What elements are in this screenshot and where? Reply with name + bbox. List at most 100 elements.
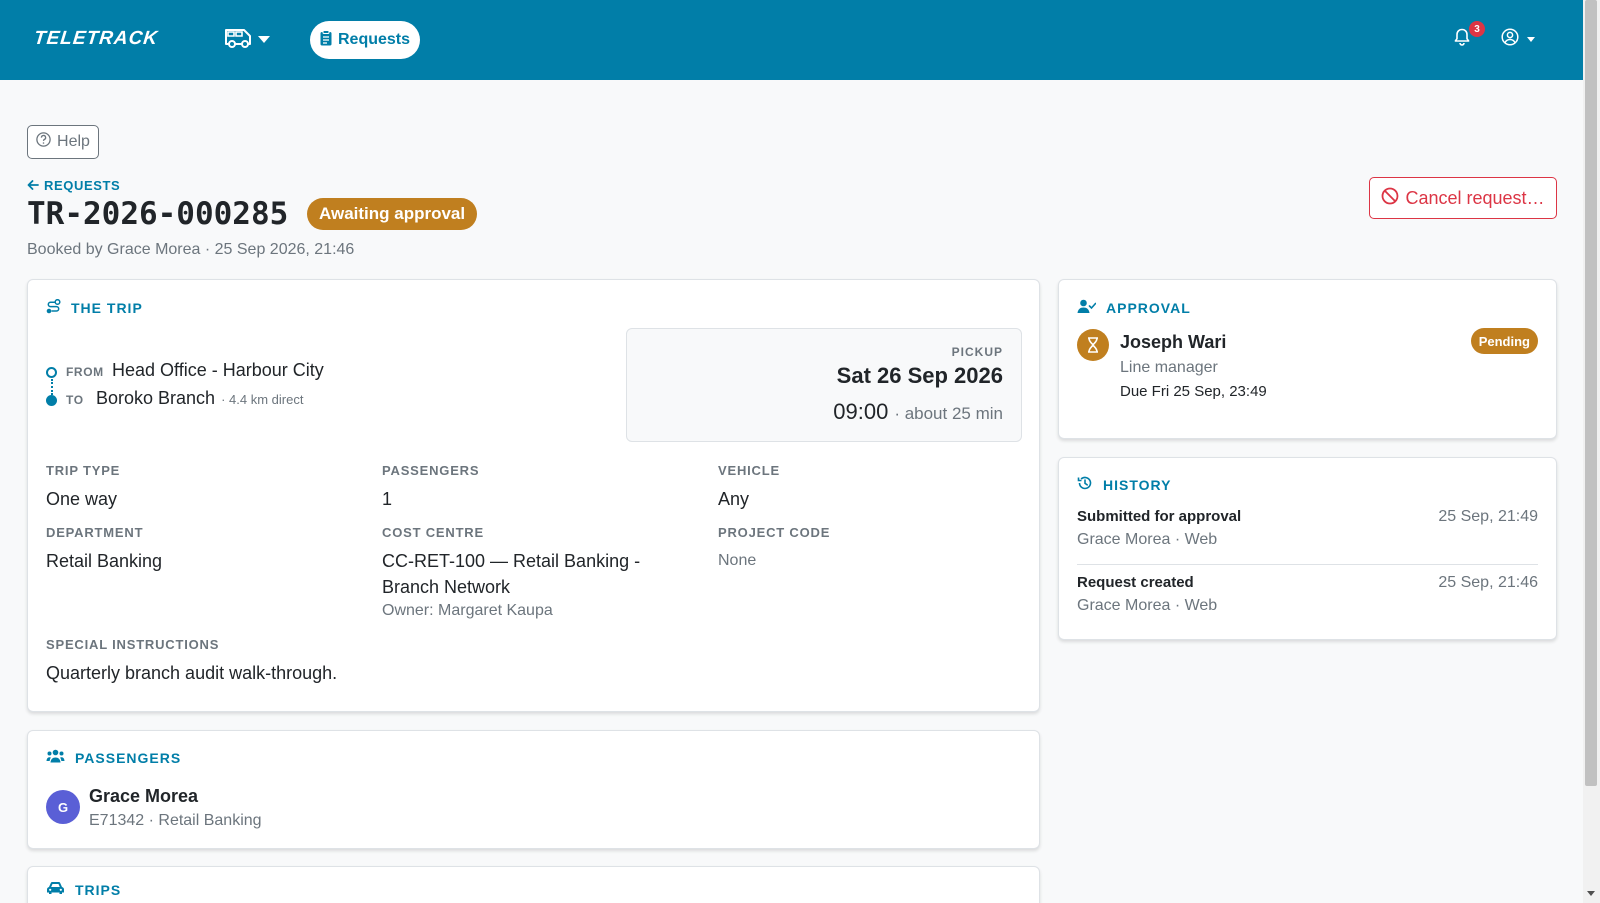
route-distance: · 4.4 km direct [221, 392, 304, 407]
pickup-time-row: 09:00 · about 25 min [833, 399, 1003, 425]
history-entry: Submitted for approval 25 Sep, 21:49 Gra… [1077, 508, 1538, 549]
page-title: TR-2026-000285 [27, 196, 289, 232]
history-entry-time: 25 Sep, 21:46 [1438, 574, 1538, 591]
trip-type-value: One way [46, 489, 118, 509]
notification-count-badge: 3 [1469, 21, 1485, 37]
route-icon [46, 298, 61, 317]
status-badge: Awaiting approval [307, 198, 478, 230]
vehicle-field: VEHICLE Any [718, 463, 780, 512]
special-instructions-value: Quarterly branch audit walk-through. [46, 663, 338, 683]
notifications-button[interactable] [1454, 28, 1470, 51]
cost-centre-value: CC-RET-100 — Retail Banking - Branch Net… [382, 551, 641, 597]
trip-card: THE TRIP FROM Head Office - Harbour City… [27, 279, 1040, 712]
trip-type-label: TRIP TYPE [46, 463, 121, 478]
passengers-title-label: PASSENGERS [75, 749, 182, 766]
cancel-request-button[interactable]: Cancel request… [1369, 177, 1557, 219]
approval-card-title: APPROVAL [1077, 299, 1191, 317]
special-instructions-field: SPECIAL INSTRUCTIONS Quarterly branch au… [46, 637, 337, 686]
cost-centre-owner: Owner: Margaret Kaupa [382, 602, 553, 619]
trips-card: TRIPS [27, 866, 1040, 903]
history-entry-source: Grace Morea · Web [1077, 531, 1218, 548]
cost-centre-field: COST CENTRE CC-RET-100 — Retail Banking … [382, 525, 662, 620]
trips-card-title: TRIPS [46, 881, 121, 898]
from-label: FROM [66, 365, 104, 379]
vehicle-value: Any [718, 489, 750, 509]
chevron-down-icon [1527, 37, 1535, 42]
cost-centre-label: COST CENTRE [382, 525, 484, 540]
passengers-value: 1 [382, 489, 393, 509]
question-circle-icon [36, 132, 51, 152]
pickup-label: PICKUP [951, 345, 1003, 359]
route-summary: FROM Head Office - Harbour City TO Borok… [46, 360, 324, 416]
top-navbar: TELETRACK Requests 3 [0, 0, 1583, 80]
history-entry-time: 25 Sep, 21:49 [1438, 508, 1538, 525]
booked-by-text: Booked by Grace Morea · 25 Sep 2026, 21:… [27, 241, 355, 258]
pickup-duration: · about 25 min [894, 404, 1003, 423]
requests-nav-button[interactable]: Requests [310, 21, 420, 59]
route-connector [51, 379, 53, 395]
pickup-date: Sat 26 Sep 2026 [836, 363, 1003, 388]
destination-marker-icon [46, 395, 57, 406]
back-link-label: REQUESTS [44, 178, 121, 193]
user-check-icon [1077, 299, 1097, 317]
user-menu-dropdown[interactable] [1501, 28, 1535, 51]
passengers-field: PASSENGERS 1 [382, 463, 479, 512]
chevron-down-icon [258, 35, 270, 43]
car-icon [46, 881, 65, 898]
route-to-row: TO Boroko Branch · 4.4 km direct [46, 388, 324, 416]
van-icon [224, 26, 254, 53]
clipboard-icon [320, 29, 332, 51]
passenger-details: E71342 · Retail Banking [89, 812, 262, 829]
ban-icon [1381, 187, 1399, 210]
department-label: DEPARTMENT [46, 525, 144, 540]
approval-due-date: Due Fri 25 Sep, 23:49 [1120, 383, 1267, 400]
page-scrollbar-thumb[interactable] [1585, 0, 1597, 786]
route-from-row: FROM Head Office - Harbour City [46, 360, 324, 388]
approval-card: APPROVAL Joseph Wari Line manager Due Fr… [1058, 279, 1557, 439]
approver-role: Line manager [1120, 359, 1218, 376]
project-code-value: None [718, 552, 757, 569]
to-location: Boroko Branch [96, 388, 216, 408]
arrow-left-icon [27, 178, 39, 193]
avatar: G [46, 790, 80, 824]
history-title-label: HISTORY [1103, 476, 1172, 493]
requests-nav-label: Requests [337, 31, 411, 48]
history-icon [1077, 475, 1093, 494]
help-button[interactable]: Help [27, 125, 99, 159]
from-location: Head Office - Harbour City [112, 360, 324, 380]
scroll-down-arrow-icon[interactable] [1587, 891, 1595, 896]
user-circle-icon [1501, 28, 1519, 51]
vehicle-menu-dropdown[interactable] [224, 26, 270, 52]
origin-marker-icon [46, 367, 57, 378]
approval-title-label: APPROVAL [1106, 300, 1191, 316]
passengers-card-title: PASSENGERS [46, 749, 181, 766]
help-label: Help [57, 133, 90, 150]
bell-icon [1454, 28, 1470, 50]
pickup-time: 09:00 [833, 399, 889, 424]
project-code-field: PROJECT CODE None [718, 525, 830, 574]
app-logo[interactable]: TELETRACK [33, 28, 159, 50]
history-card: HISTORY Submitted for approval 25 Sep, 2… [1058, 457, 1557, 640]
history-entry: Request created 25 Sep, 21:46 Grace More… [1077, 574, 1538, 615]
approval-status-badge: Pending [1470, 328, 1538, 354]
passenger-name: Grace Morea [89, 786, 199, 806]
users-icon [46, 749, 65, 766]
to-label: TO [66, 393, 84, 407]
trip-card-title: THE TRIP [46, 298, 143, 317]
department-value: Retail Banking [46, 551, 163, 571]
pickup-panel: PICKUP Sat 26 Sep 2026 09:00 · about 25 … [626, 328, 1022, 442]
history-card-title: HISTORY [1077, 475, 1171, 494]
back-to-requests-link[interactable]: REQUESTS [27, 178, 120, 193]
passengers-label: PASSENGERS [382, 463, 480, 478]
history-divider [1077, 564, 1538, 565]
special-instructions-label: SPECIAL INSTRUCTIONS [46, 637, 220, 652]
trips-title-label: TRIPS [75, 881, 122, 898]
approver-name: Joseph Wari [1120, 332, 1227, 352]
passengers-card: PASSENGERS G Grace Morea E71342 · Retail… [27, 730, 1040, 849]
trip-type-field: TRIP TYPE One way [46, 463, 120, 512]
vehicle-label: VEHICLE [718, 463, 780, 478]
cancel-request-label: Cancel request… [1405, 187, 1545, 208]
hourglass-icon [1077, 329, 1109, 361]
project-code-label: PROJECT CODE [718, 525, 831, 540]
department-field: DEPARTMENT Retail Banking [46, 525, 162, 574]
